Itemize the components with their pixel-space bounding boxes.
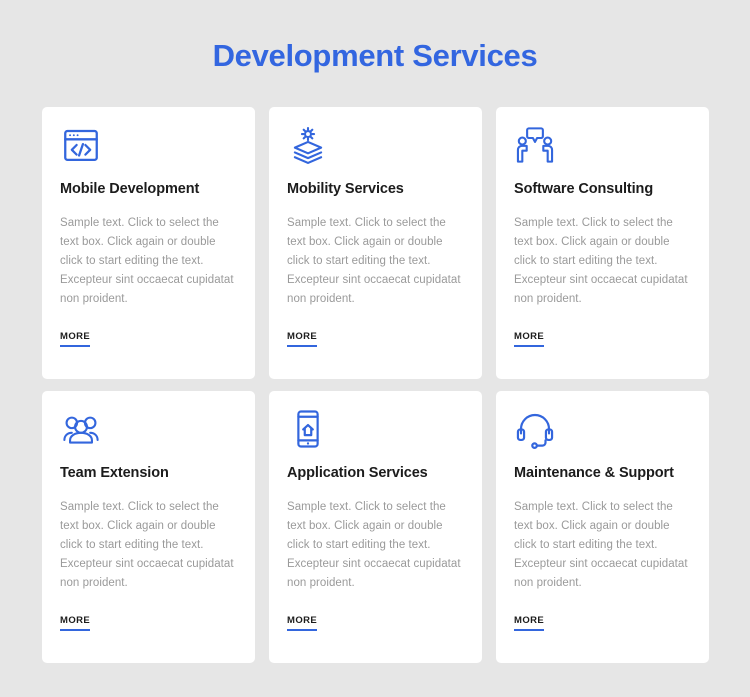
gear-layers-icon bbox=[287, 124, 329, 166]
service-card[interactable]: Software Consulting Sample text. Click t… bbox=[496, 107, 709, 379]
card-title: Mobile Development bbox=[60, 181, 200, 197]
card-body-text: Sample text. Click to select the text bo… bbox=[60, 217, 234, 305]
code-window-icon bbox=[60, 124, 102, 166]
card-title: Software Consulting bbox=[514, 181, 654, 197]
more-link[interactable]: MORE bbox=[514, 331, 545, 347]
more-link[interactable]: MORE bbox=[60, 615, 91, 631]
service-card[interactable]: Maintenance & Support Sample text. Click… bbox=[496, 391, 709, 663]
service-card[interactable]: Application Services Sample text. Click … bbox=[269, 391, 482, 663]
card-title: Team Extension bbox=[60, 465, 169, 481]
card-title: Maintenance & Support bbox=[514, 465, 674, 481]
card-body-text: Sample text. Click to select the text bo… bbox=[60, 501, 234, 589]
services-card-grid: Mobile Development Sample text. Click to… bbox=[42, 107, 709, 663]
group-people-icon bbox=[60, 408, 102, 450]
service-card[interactable]: Mobility Services Sample text. Click to … bbox=[269, 107, 482, 379]
card-body-text: Sample text. Click to select the text bo… bbox=[514, 217, 688, 305]
more-link[interactable]: MORE bbox=[287, 615, 318, 631]
card-title: Mobility Services bbox=[287, 181, 404, 197]
card-title: Application Services bbox=[287, 465, 428, 481]
card-body-text: Sample text. Click to select the text bo… bbox=[514, 501, 688, 589]
services-page: Development Services Mobile Development … bbox=[0, 0, 750, 697]
page-title: Development Services bbox=[212, 38, 538, 73]
card-body-text: Sample text. Click to select the text bo… bbox=[287, 217, 461, 305]
smartphone-home-icon bbox=[287, 408, 329, 450]
card-body-text: Sample text. Click to select the text bo… bbox=[287, 501, 461, 589]
more-link[interactable]: MORE bbox=[514, 615, 545, 631]
people-speech-bubble-icon bbox=[514, 124, 556, 166]
service-card[interactable]: Mobile Development Sample text. Click to… bbox=[42, 107, 255, 379]
headset-support-icon bbox=[514, 408, 556, 450]
more-link[interactable]: MORE bbox=[287, 331, 318, 347]
more-link[interactable]: MORE bbox=[60, 331, 91, 347]
service-card[interactable]: Team Extension Sample text. Click to sel… bbox=[42, 391, 255, 663]
